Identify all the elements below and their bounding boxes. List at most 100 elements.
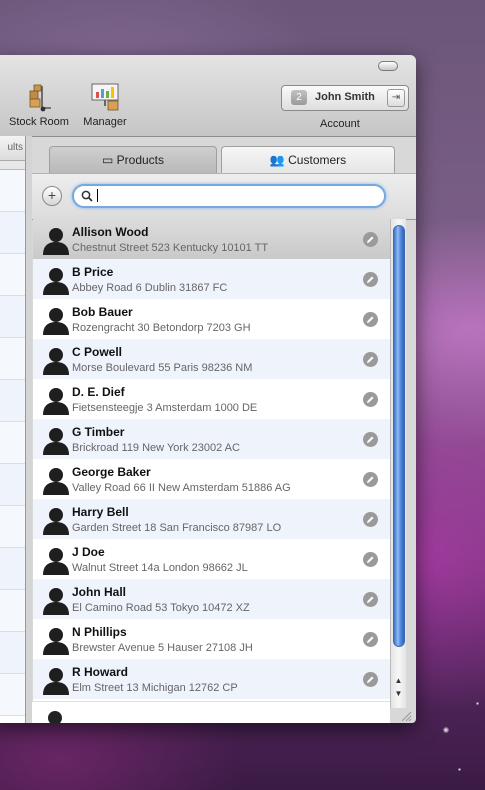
vertical-scrollbar[interactable]: ▲ ▼	[390, 219, 406, 708]
person-silhouette-icon	[41, 385, 71, 415]
person-silhouette-icon	[41, 505, 71, 535]
left-list-row[interactable]	[0, 254, 25, 296]
customer-row[interactable]: C Powell Morse Boulevard 55 Paris 98236 N…	[33, 339, 390, 379]
search-input[interactable]	[96, 187, 380, 206]
edit-pencil-icon[interactable]	[363, 312, 378, 327]
search-icon	[81, 190, 93, 202]
add-customer-button[interactable]: +	[42, 186, 62, 206]
person-silhouette-icon	[48, 711, 62, 723]
left-list-row[interactable]	[0, 338, 25, 380]
customer-address: Morse Boulevard 55 Paris 98236 NM	[72, 362, 253, 374]
edit-pencil-icon[interactable]	[363, 392, 378, 407]
person-silhouette-icon	[41, 465, 71, 495]
person-silhouette-icon	[41, 625, 71, 655]
account-label: Account	[320, 118, 360, 130]
customer-address: Walnut Street 14a London 98662 JL	[72, 562, 248, 574]
left-list-row[interactable]	[0, 506, 25, 548]
customer-address: Brickroad 119 New York 23002 AC	[72, 442, 240, 454]
customer-row[interactable]: J Doe Walnut Street 14a London 98662 JL	[33, 539, 390, 579]
customer-row[interactable]: Allison Wood Chestnut Street 523 Kentucky…	[33, 219, 390, 259]
customer-name: R Howard	[72, 665, 129, 679]
customer-name: B Price	[72, 265, 114, 279]
customer-row[interactable]: N Phillips Brewster Avenue 5 Hauser 27108…	[33, 619, 390, 659]
hand-truck-icon	[29, 84, 51, 112]
customer-name: John Hall	[72, 585, 127, 599]
customer-name: G Timber	[72, 425, 125, 439]
person-silhouette-icon	[41, 225, 71, 255]
customer-name: Allison Wood	[72, 225, 149, 239]
logout-icon[interactable]: ⇥	[387, 89, 405, 107]
left-pane-header: ults	[0, 136, 25, 161]
tab-customers[interactable]: 👥 Customers	[221, 146, 395, 175]
edit-pencil-icon[interactable]	[363, 632, 378, 647]
edit-pencil-icon[interactable]	[363, 512, 378, 527]
edit-pencil-icon[interactable]	[363, 552, 378, 567]
left-list-row[interactable]	[0, 632, 25, 674]
left-list-row[interactable]	[0, 590, 25, 632]
left-list-row[interactable]	[0, 170, 25, 212]
customer-address: Fietsensteegje 3 Amsterdam 1000 DE	[72, 402, 258, 414]
customer-row[interactable]: R Howard Elm Street 13 Michigan 12762 CP	[33, 659, 390, 699]
customer-row[interactable]: George Baker Valley Road 66 II New Amster…	[33, 459, 390, 499]
scrollbar-thumb[interactable]	[393, 225, 405, 647]
customer-row[interactable]: John Hall El Camino Road 53 Tokyo 10472 X…	[33, 579, 390, 619]
customer-address: Chestnut Street 523 Kentucky 10101 TT	[72, 242, 269, 254]
customer-row[interactable]: D. E. Dief Fietsensteegje 3 Amsterdam 100…	[33, 379, 390, 419]
left-list-row[interactable]	[0, 548, 25, 590]
desktop-star	[476, 702, 479, 705]
edit-pencil-icon[interactable]	[363, 272, 378, 287]
box-icon: ▭	[101, 153, 114, 167]
edit-pencil-icon[interactable]	[363, 232, 378, 247]
scroll-down-arrow[interactable]: ▼	[393, 688, 404, 699]
customer-name: C Powell	[72, 345, 123, 359]
person-silhouette-icon	[41, 305, 71, 335]
tab-products[interactable]: ▭ Products	[49, 146, 217, 173]
edit-pencil-icon[interactable]	[363, 432, 378, 447]
person-silhouette-icon	[41, 585, 71, 615]
customer-row[interactable]: Bob Bauer Rozengracht 30 Betondorp 7203 G…	[33, 299, 390, 339]
search-field[interactable]	[72, 184, 386, 208]
toolbar-toggle-button[interactable]	[378, 61, 398, 71]
left-list-row[interactable]	[0, 212, 25, 254]
customer-name: Harry Bell	[72, 505, 129, 519]
scroll-up-arrow[interactable]: ▲	[393, 675, 404, 686]
customer-list: Allison Wood Chestnut Street 523 Kentucky…	[33, 219, 390, 701]
account-badge: 2	[291, 90, 307, 105]
person-silhouette-icon	[41, 425, 71, 455]
left-list-row[interactable]	[0, 380, 25, 422]
account-selector[interactable]: 2 John Smith ⇥	[281, 85, 409, 111]
search-bar-area: +	[32, 173, 416, 220]
tab-products-label: Products	[116, 153, 165, 167]
customer-address: El Camino Road 53 Tokyo 10472 XZ	[72, 602, 250, 614]
pane-splitter[interactable]	[26, 136, 32, 723]
person-silhouette-icon	[41, 265, 71, 295]
manager-button[interactable]: Manager	[78, 82, 132, 128]
left-list-row[interactable]	[0, 296, 25, 338]
person-silhouette-icon	[41, 545, 71, 575]
edit-pencil-icon[interactable]	[363, 472, 378, 487]
customer-row[interactable]: G Timber Brickroad 119 New York 23002 AC	[33, 419, 390, 459]
list-overflow-row	[32, 701, 390, 723]
edit-pencil-icon[interactable]	[363, 352, 378, 367]
account-name: John Smith	[315, 91, 375, 103]
left-list-row[interactable]	[0, 674, 25, 716]
left-pane-subheader	[0, 161, 25, 170]
manager-label: Manager	[83, 116, 127, 128]
tab-bar: ▭ Products 👥 Customers	[49, 146, 395, 175]
customer-row[interactable]: B Price Abbey Road 6 Dublin 31867 FC	[33, 259, 390, 299]
customer-name: J Doe	[72, 545, 105, 559]
stock-room-button[interactable]: Stock Room	[6, 82, 72, 128]
resize-grip-icon[interactable]	[400, 710, 412, 722]
customer-name: George Baker	[72, 465, 151, 479]
customer-row[interactable]: Harry Bell Garden Street 18 San Francisco…	[33, 499, 390, 539]
edit-pencil-icon[interactable]	[363, 672, 378, 687]
left-list-row[interactable]	[0, 422, 25, 464]
left-list-row[interactable]	[0, 464, 25, 506]
edit-pencil-icon[interactable]	[363, 592, 378, 607]
tab-customers-label: Customers	[288, 153, 347, 167]
customer-address: Elm Street 13 Michigan 12762 CP	[72, 682, 238, 694]
toolbar: Stock Room Manager 2 John Smith ⇥ Accoun…	[0, 55, 416, 137]
presentation-board-icon	[91, 83, 119, 111]
app-window: Stock Room Manager 2 John Smith ⇥ Accoun…	[0, 55, 416, 723]
desktop-star	[443, 727, 449, 733]
